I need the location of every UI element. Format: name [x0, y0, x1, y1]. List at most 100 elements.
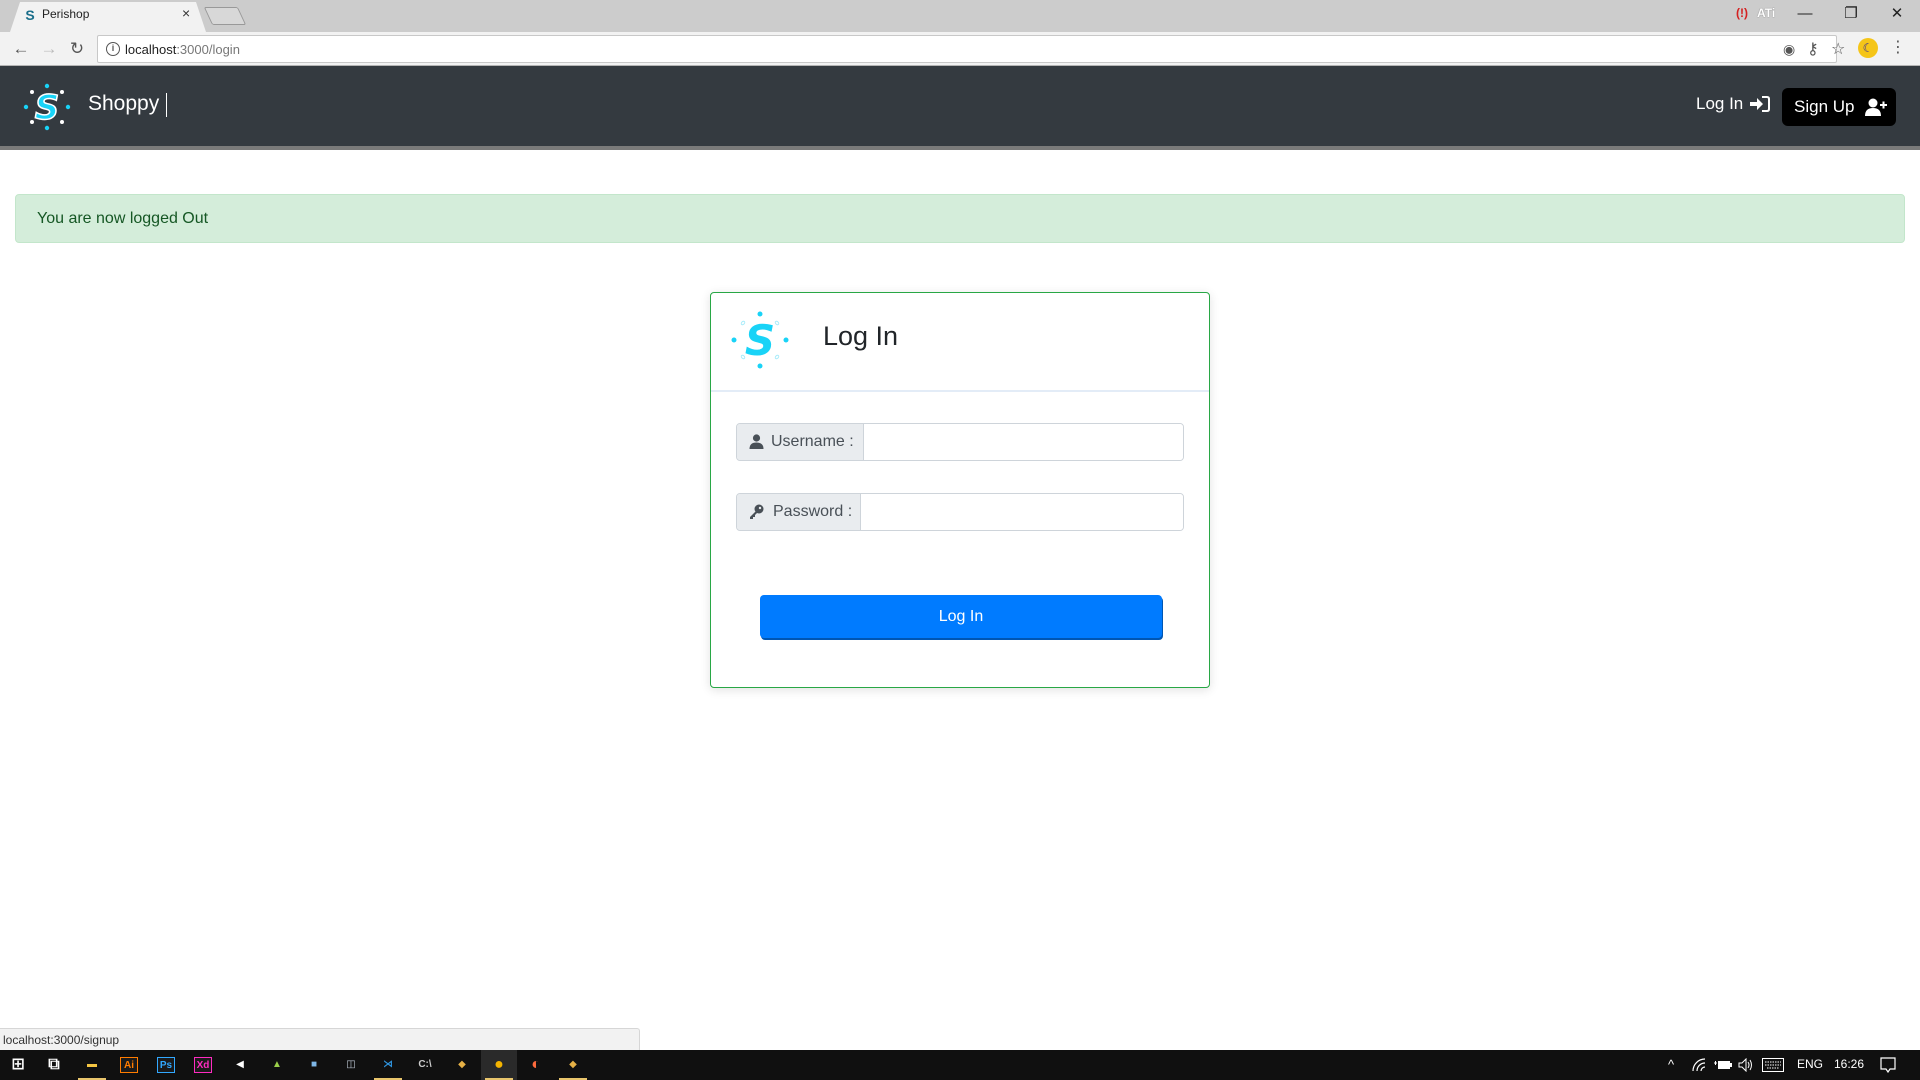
tab-close-icon[interactable]: ×: [182, 5, 190, 21]
adobe-illustrator-icon: Ai: [120, 1057, 138, 1073]
kebab-menu-icon[interactable]: ⋮: [1890, 38, 1906, 58]
minimize-icon: —: [1797, 5, 1813, 22]
tray-chevron-icon[interactable]: ^: [1668, 1057, 1674, 1072]
browser-toolbar: ← → ↻ i localhost:3000/login ◉ ⚷ ☆ ☾ ⋮: [0, 32, 1920, 66]
night-mode-extension-icon[interactable]: ☾: [1858, 38, 1878, 58]
login-submit-button[interactable]: Log In: [760, 595, 1162, 638]
nav-login-link[interactable]: Log In: [1696, 94, 1743, 114]
start-icon: ⊞: [11, 1056, 25, 1073]
resource-monitor-icon: ◫: [346, 1059, 356, 1070]
navbar-bottom-border: [0, 146, 1920, 150]
password-label: Password :: [773, 503, 853, 520]
chrome-icon: ●: [494, 1056, 504, 1073]
tab-favicon-icon: S: [25, 7, 35, 23]
hover-url: localhost:3000/signup: [3, 1033, 120, 1047]
bookmark-star-icon[interactable]: ☆: [1831, 39, 1845, 59]
svg-text:S: S: [745, 316, 775, 365]
alert-message: You are now logged Out: [37, 210, 209, 227]
close-icon: ✕: [1890, 5, 1904, 22]
language-indicator[interactable]: ENG: [1797, 1057, 1823, 1071]
taskbar-app-task-view[interactable]: ⧉: [36, 1050, 72, 1080]
git-gui-icon: ◆: [458, 1059, 466, 1070]
file-explorer-icon: ▬: [87, 1059, 97, 1070]
shoppy-logo-icon[interactable]: S: [22, 82, 72, 132]
username-addon: Username :: [737, 424, 864, 460]
taskbar-app-resource-monitor[interactable]: ◫: [333, 1050, 369, 1080]
taskbar-app-file-explorer[interactable]: ▬: [74, 1050, 110, 1080]
tab-title: Perishop: [42, 7, 90, 21]
nav-signup-button[interactable]: Sign Up: [1782, 88, 1896, 126]
card-title: Log In: [823, 321, 899, 351]
site-navbar: S Shoppy Log In Sign Up: [0, 66, 1920, 146]
user-icon: [749, 434, 764, 449]
brand-separator: [166, 93, 167, 117]
taskbar-app-command-prompt[interactable]: C:\: [407, 1050, 443, 1080]
adobe-xd-icon: Xd: [194, 1057, 212, 1073]
shoppy-logo-icon: S: [731, 311, 789, 369]
password-input[interactable]: [861, 494, 1183, 530]
svg-text:S: S: [35, 88, 60, 128]
action-center-icon[interactable]: [1880, 1057, 1896, 1073]
taskbar-app-adobe-photoshop[interactable]: Ps: [148, 1050, 184, 1080]
taskbar-app-virtualbox[interactable]: ■: [296, 1050, 332, 1080]
taskbar-app-chrome[interactable]: ●: [481, 1050, 517, 1080]
close-window-button[interactable]: ✕: [1874, 0, 1920, 32]
link-hover-status: localhost:3000/signup: [0, 1028, 640, 1050]
sign-in-icon[interactable]: [1750, 96, 1770, 112]
taskbar-app-start[interactable]: ⊞: [0, 1050, 36, 1080]
password-addon: Password :: [737, 494, 861, 530]
unity-icon: ◀: [236, 1059, 244, 1070]
username-label: Username :: [771, 433, 854, 450]
taskbar-app-unity[interactable]: ◀: [222, 1050, 258, 1080]
adobe-photoshop-icon: Ps: [157, 1057, 175, 1073]
virtualbox-icon: ■: [310, 1059, 318, 1070]
command-prompt-icon: C:\: [418, 1059, 432, 1070]
ati-extension-label[interactable]: ATi: [1757, 6, 1775, 20]
battery-icon[interactable]: [1714, 1059, 1732, 1071]
new-tab-button[interactable]: [203, 7, 247, 25]
url-host: localhost: [125, 42, 177, 57]
url-path: :3000/login: [176, 42, 240, 57]
key-icon: [750, 504, 764, 519]
user-plus-icon: [1865, 98, 1887, 116]
sync-error-icon[interactable]: (!): [1736, 6, 1748, 20]
taskbar-app-android-studio[interactable]: ▲: [259, 1050, 295, 1080]
browser-tab[interactable]: [10, 2, 206, 32]
logout-success-alert: You are now logged Out: [15, 194, 1905, 243]
taskbar-app-git-gui[interactable]: ◆: [444, 1050, 480, 1080]
site-info-icon[interactable]: i: [106, 42, 120, 56]
wifi-icon[interactable]: [1692, 1058, 1708, 1072]
username-input[interactable]: [864, 424, 1183, 460]
windows-taskbar: ⊞ ⧉ ▬ Ai Ps Xd ◀ ▲ ■ ◫ ⋊ C:\ ◆ ● ◐ ◆ ^ ENG 16:26: [0, 1050, 1920, 1080]
signup-label: Sign Up: [1794, 97, 1855, 116]
taskbar-app-app-orange[interactable]: ◐: [518, 1050, 554, 1080]
key-icon[interactable]: ⚷: [1807, 39, 1819, 59]
reload-icon[interactable]: ↻: [65, 37, 89, 61]
task-view-icon: ⧉: [48, 1056, 60, 1073]
forward-arrow-icon[interactable]: →: [37, 37, 61, 61]
card-header-divider: [711, 390, 1209, 392]
minimize-button[interactable]: —: [1782, 0, 1828, 32]
android-studio-icon: ▲: [272, 1059, 282, 1070]
git-bash-icon: ◆: [569, 1059, 577, 1070]
taskbar-app-vscode[interactable]: ⋊: [370, 1050, 406, 1080]
restore-button[interactable]: ❐: [1828, 0, 1874, 32]
keyboard-icon[interactable]: [1762, 1058, 1784, 1072]
location-icon[interactable]: ◉: [1783, 41, 1795, 58]
login-card: S Log In Username : Password : Log In: [710, 292, 1210, 688]
taskbar-app-adobe-xd[interactable]: Xd: [185, 1050, 221, 1080]
back-arrow-icon[interactable]: ←: [9, 37, 33, 61]
vscode-icon: ⋊: [383, 1059, 393, 1070]
restore-icon: ❐: [1844, 5, 1858, 22]
brand-name[interactable]: Shoppy: [88, 92, 159, 116]
username-input-group: Username :: [736, 423, 1184, 461]
url-text[interactable]: localhost:3000/login: [125, 42, 240, 57]
taskbar-app-adobe-illustrator[interactable]: Ai: [111, 1050, 147, 1080]
volume-icon[interactable]: [1738, 1058, 1754, 1072]
clock[interactable]: 16:26: [1834, 1057, 1864, 1071]
app-orange-icon: ◐: [531, 1056, 541, 1073]
browser-tab-bar: S Perishop × (!) ATi — ❐ ✕: [0, 0, 1920, 32]
password-input-group: Password :: [736, 493, 1184, 531]
taskbar-app-git-bash[interactable]: ◆: [555, 1050, 591, 1080]
address-bar[interactable]: i localhost:3000/login ◉ ⚷ ☆: [97, 35, 1845, 63]
